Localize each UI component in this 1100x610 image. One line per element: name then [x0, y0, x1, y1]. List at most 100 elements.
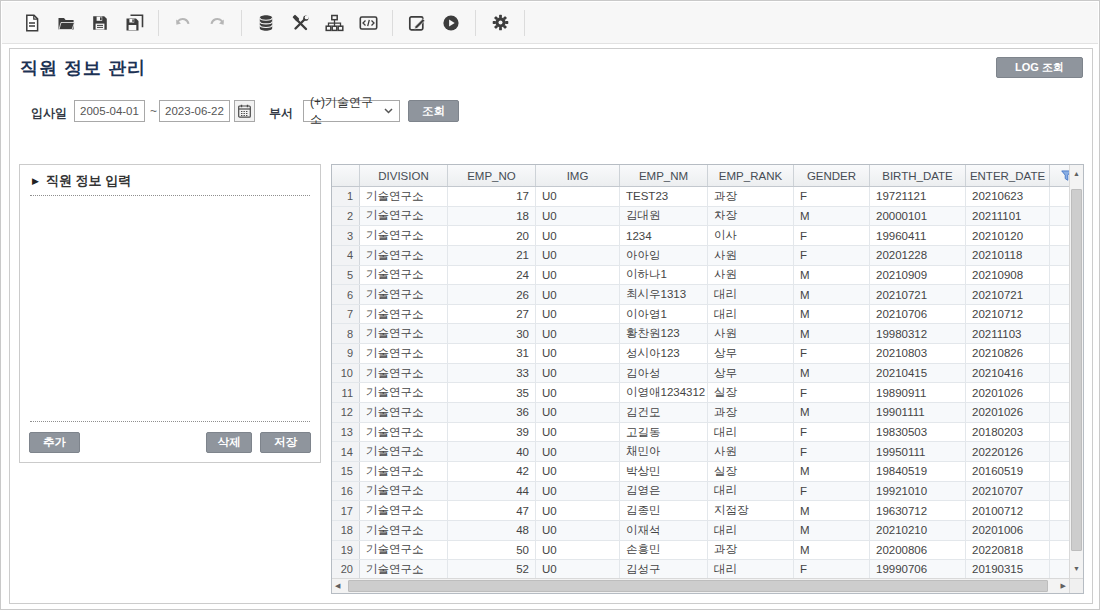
vertical-scrollbar[interactable]: ▲ ▼	[1069, 165, 1083, 578]
open-folder-button[interactable]	[54, 11, 78, 35]
filter-bar: 입사일 ~ 부서 (+)기술연구소 조회	[10, 100, 1092, 124]
row-number-cell: 2	[332, 207, 360, 226]
table-cell: 31	[448, 344, 536, 363]
scroll-down-icon[interactable]: ▼	[1070, 562, 1083, 576]
table-row[interactable]: 12기술연구소36U0김건모과장M1990111120201026	[332, 403, 1069, 423]
log-search-button[interactable]: LOG 조회	[996, 57, 1083, 78]
column-header-img[interactable]: IMG	[536, 165, 620, 186]
table-cell: M	[794, 521, 870, 540]
table-cell: 상무	[708, 344, 794, 363]
new-document-button[interactable]	[20, 11, 44, 35]
column-header-birth-date[interactable]: BIRTH_DATE	[870, 165, 966, 186]
row-number-cell: 12	[332, 403, 360, 422]
code-button[interactable]	[356, 11, 380, 35]
table-row[interactable]: 5기술연구소24U0이하나1사원M2021090920210908	[332, 266, 1069, 286]
toolbar-separator	[392, 10, 393, 36]
tools-button[interactable]	[288, 11, 312, 35]
table-row[interactable]: 11기술연구소35U0이영애1234312실장F1989091120201026	[332, 383, 1069, 403]
column-header-emp-rank[interactable]: EMP_RANK	[708, 165, 794, 186]
column-header-division[interactable]: DIVISION	[360, 165, 448, 186]
table-cell: 기술연구소	[360, 442, 448, 461]
scroll-right-icon[interactable]: ▶	[1061, 579, 1066, 593]
table-cell: U0	[536, 266, 620, 285]
table-cell: 19840519	[870, 462, 966, 481]
table-row[interactable]: 17기술연구소47U0김종민지점장M1963071220100712	[332, 501, 1069, 521]
table-row[interactable]: 14기술연구소40U0채민아사원F1995011120220126	[332, 442, 1069, 462]
table-cell: 42	[448, 462, 536, 481]
table-cell: 대리	[708, 285, 794, 304]
table-row[interactable]: 2기술연구소18U0김대원차장M2000010120211101	[332, 207, 1069, 227]
vertical-scroll-thumb[interactable]	[1071, 189, 1082, 551]
column-header-enter-date[interactable]: ENTER_DATE	[966, 165, 1050, 186]
hire-date-from-input[interactable]	[74, 100, 145, 122]
save-row-button[interactable]: 저장	[260, 432, 311, 453]
search-button[interactable]: 조회	[408, 100, 459, 122]
scroll-up-icon[interactable]: ▲	[1070, 167, 1083, 181]
table-cell: TEST23	[620, 187, 708, 206]
table-row[interactable]: 19기술연구소50U0손흥민과장M2020080620220818	[332, 541, 1069, 561]
filter-cell	[1050, 266, 1069, 285]
employee-input-header[interactable]: ▶ 직원 정보 입력	[20, 167, 310, 195]
calendar-button[interactable]	[234, 100, 255, 122]
table-cell: 20210721	[870, 285, 966, 304]
column-header-emp-nm[interactable]: EMP_NM	[620, 165, 708, 186]
redo-button[interactable]	[205, 11, 229, 35]
table-row[interactable]: 10기술연구소33U0김아성상무M2021041520210416	[332, 364, 1069, 384]
add-button[interactable]: 추가	[29, 432, 80, 453]
table-cell: U0	[536, 364, 620, 383]
table-row[interactable]: 16기술연구소44U0김영은대리F1992101020210707	[332, 482, 1069, 502]
table-cell: 이사	[708, 226, 794, 245]
table-row[interactable]: 9기술연구소31U0성시아123상무F2021080320210826	[332, 344, 1069, 364]
table-row[interactable]: 13기술연구소39U0고길동대리F1983050320180203	[332, 423, 1069, 443]
scroll-left-icon[interactable]: ◀	[335, 579, 340, 593]
table-row[interactable]: 8기술연구소30U0황찬원123사원M1998031220211103	[332, 324, 1069, 344]
table-row[interactable]: 18기술연구소48U0이재석대리M2021021020201006	[332, 521, 1069, 541]
row-number-cell: 8	[332, 324, 360, 343]
table-row[interactable]: 1기술연구소17U0TEST23과장F1972112120210623	[332, 187, 1069, 207]
table-cell: M	[794, 462, 870, 481]
sitemap-button[interactable]	[322, 11, 346, 35]
database-button[interactable]	[254, 11, 278, 35]
table-cell: U0	[536, 285, 620, 304]
filter-cell	[1050, 482, 1069, 501]
filter-cell	[1050, 501, 1069, 520]
row-number-header[interactable]	[332, 165, 360, 186]
table-cell: 18	[448, 207, 536, 226]
table-cell: 김영은	[620, 482, 708, 501]
table-cell: 20210415	[870, 364, 966, 383]
table-cell: 김아성	[620, 364, 708, 383]
row-number-cell: 19	[332, 541, 360, 560]
save-button[interactable]	[88, 11, 112, 35]
horizontal-scroll-thumb[interactable]	[348, 580, 1048, 592]
table-cell: F	[794, 442, 870, 461]
undo-button[interactable]	[171, 11, 195, 35]
column-header-emp-no[interactable]: EMP_NO	[448, 165, 536, 186]
horizontal-scrollbar[interactable]: ◀ ▶	[332, 578, 1069, 593]
column-header-gender[interactable]: GENDER	[794, 165, 870, 186]
filter-cell	[1050, 226, 1069, 245]
filter-cell	[1050, 541, 1069, 560]
row-number-cell: 10	[332, 364, 360, 383]
delete-button[interactable]: 삭제	[206, 432, 252, 453]
table-row[interactable]: 15기술연구소42U0박상민실장M1984051920160519	[332, 462, 1069, 482]
row-number-cell: 17	[332, 501, 360, 520]
table-row[interactable]: 4기술연구소21U0아아잉사원F2020122820210118	[332, 246, 1069, 266]
sitemap-icon	[325, 14, 344, 32]
dept-select[interactable]: (+)기술연구소	[303, 100, 400, 122]
run-button[interactable]	[439, 11, 463, 35]
row-number-cell: 15	[332, 462, 360, 481]
date-range-tilde: ~	[150, 104, 157, 118]
table-cell: 기술연구소	[360, 521, 448, 540]
employee-input-title: 직원 정보 입력	[46, 172, 131, 190]
table-cell: 48	[448, 521, 536, 540]
settings-button[interactable]	[488, 11, 512, 35]
table-row[interactable]: 7기술연구소27U0이아영1대리M2021070620210712	[332, 305, 1069, 325]
table-row[interactable]: 20기술연구소52U0김성구대리F1999070620190315	[332, 560, 1069, 578]
table-row[interactable]: 3기술연구소20U01234이사F1996041120210120	[332, 226, 1069, 246]
table-row[interactable]: 6기술연구소26U0최시우1313대리M2021072120210721	[332, 285, 1069, 305]
calendar-icon	[238, 104, 251, 118]
edit-button[interactable]	[405, 11, 429, 35]
table-cell: 황찬원123	[620, 324, 708, 343]
hire-date-to-input[interactable]	[159, 100, 230, 122]
save-all-button[interactable]	[122, 11, 146, 35]
